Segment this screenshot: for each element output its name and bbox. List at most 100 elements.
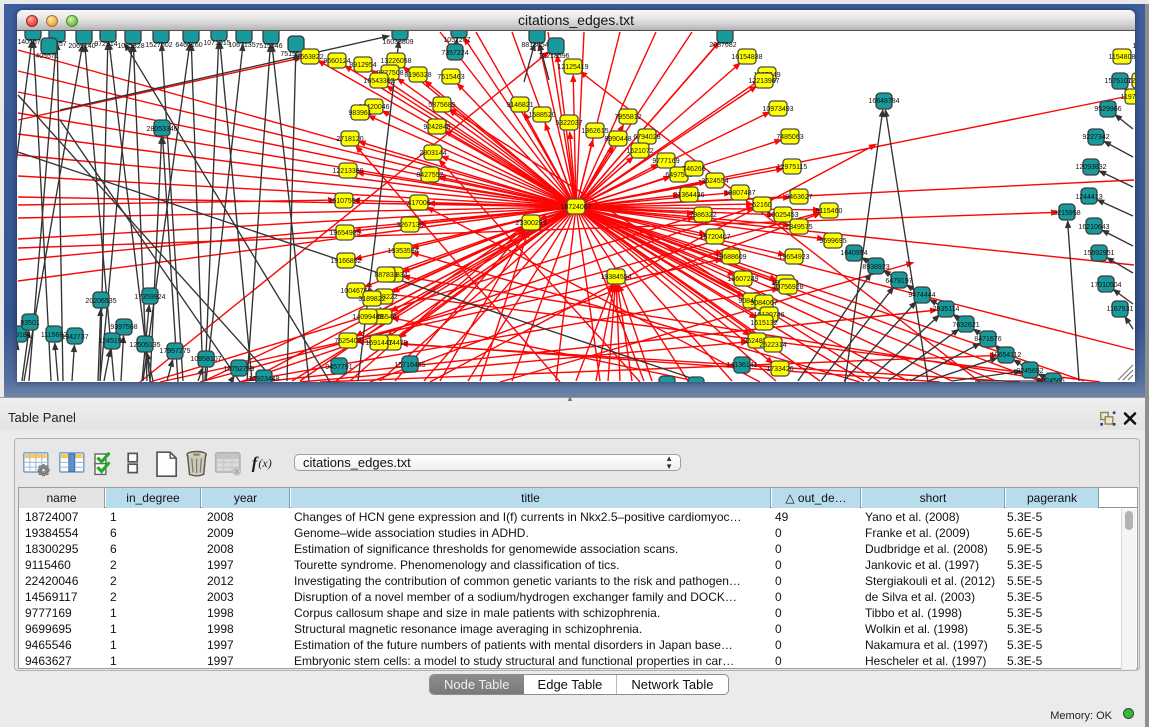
- svg-text:7986322: 7986322: [689, 212, 716, 219]
- svg-text:10756928: 10756928: [772, 284, 803, 291]
- svg-text:20206535: 20206535: [85, 298, 116, 305]
- svg-text:19384554: 19384554: [600, 274, 631, 281]
- svg-text:405571: 405571: [35, 53, 58, 60]
- svg-text:983961: 983961: [348, 110, 371, 117]
- svg-text:12975115: 12975115: [777, 164, 808, 171]
- svg-text:15716485: 15716485: [394, 362, 425, 369]
- svg-text:10973493: 10973493: [762, 106, 793, 113]
- svg-text:151617: 151617: [1132, 43, 1135, 50]
- svg-text:1733426: 1733426: [766, 366, 793, 373]
- svg-text:16107554: 16107554: [328, 198, 359, 205]
- svg-text:1197340: 1197340: [1121, 94, 1135, 101]
- svg-text:14136141: 14136141: [726, 362, 757, 369]
- svg-text:15720407: 15720407: [699, 234, 730, 241]
- svg-text:1067135: 1067135: [228, 42, 255, 49]
- svg-text:1691447: 1691447: [365, 340, 392, 347]
- svg-text:16752759: 16752759: [223, 366, 254, 373]
- svg-text:18724007: 18724007: [560, 204, 591, 211]
- svg-text:1154808: 1154808: [1109, 54, 1135, 61]
- svg-text:10688609: 10688609: [715, 254, 746, 261]
- svg-text:12505135: 12505135: [129, 342, 160, 349]
- svg-text:16154838: 16154838: [731, 54, 762, 61]
- svg-text:10958107: 10958107: [190, 356, 221, 363]
- svg-text:28053346: 28053346: [146, 126, 177, 133]
- svg-text:12213369: 12213369: [332, 168, 363, 175]
- svg-text:3624554: 3624554: [701, 178, 728, 185]
- svg-text:1071915: 1071915: [203, 40, 230, 47]
- svg-text:9245652: 9245652: [1016, 368, 1043, 375]
- svg-text:9660124: 9660124: [323, 58, 350, 65]
- svg-text:972514: 972514: [94, 41, 117, 48]
- svg-text:9529966: 9529966: [1094, 106, 1121, 113]
- svg-text:16648784: 16648784: [868, 98, 899, 105]
- svg-text:1527602: 1527602: [145, 42, 172, 49]
- svg-text:2849575: 2849575: [785, 224, 812, 231]
- svg-text:1244413: 1244413: [1075, 194, 1102, 201]
- svg-text:6466160: 6466160: [175, 42, 202, 49]
- svg-text:1942737: 1942737: [61, 334, 88, 341]
- svg-text:6479197: 6479197: [885, 278, 912, 285]
- svg-text:12213967: 12213967: [748, 78, 779, 85]
- svg-text:746266: 746266: [682, 166, 705, 173]
- svg-text:1640954: 1640954: [840, 250, 867, 257]
- svg-text:1245191: 1245191: [98, 338, 125, 345]
- svg-text:1221396: 1221396: [1127, 78, 1135, 85]
- svg-text:17359924: 17359924: [134, 294, 165, 301]
- svg-text:2935114: 2935114: [933, 306, 960, 313]
- svg-text:9457791: 9457791: [325, 364, 352, 371]
- svg-text:1362615: 1362615: [581, 128, 608, 135]
- svg-text:10025453: 10025453: [767, 212, 798, 219]
- svg-text:62160: 62160: [752, 202, 772, 209]
- svg-text:9474444: 9474444: [908, 292, 935, 299]
- svg-text:13353594: 13353594: [387, 248, 418, 255]
- svg-text:(x): (x): [258, 456, 271, 470]
- svg-text:9242848: 9242848: [423, 124, 450, 131]
- svg-text:8912954: 8912954: [349, 62, 376, 69]
- svg-text:12218596: 12218596: [538, 53, 569, 60]
- svg-text:6794028: 6794028: [633, 134, 660, 141]
- svg-text:14099489: 14099489: [352, 314, 383, 321]
- svg-text:7357224: 7357224: [441, 50, 468, 57]
- svg-text:17957275: 17957275: [159, 348, 190, 355]
- svg-text:18607249: 18607249: [727, 276, 758, 283]
- svg-text:16210643: 16210643: [1078, 224, 1109, 231]
- svg-text:1057207: 1057207: [443, 37, 470, 44]
- svg-text:5322037: 5322037: [555, 120, 582, 127]
- svg-text:13226058: 13226058: [380, 58, 411, 65]
- svg-text:10654112: 10654112: [991, 352, 1022, 359]
- svg-text:83501: 83501: [20, 320, 40, 327]
- svg-text:9115460: 9115460: [816, 208, 843, 215]
- svg-text:9084067: 9084067: [750, 300, 777, 307]
- svg-text:19654985: 19654985: [329, 230, 360, 237]
- svg-text:12923448: 12923448: [248, 376, 279, 382]
- svg-text:3267130: 3267130: [396, 222, 423, 229]
- svg-text:21364436: 21364436: [673, 192, 704, 199]
- svg-text:8196328: 8196328: [404, 72, 431, 79]
- svg-text:7955812: 7955812: [614, 114, 641, 121]
- svg-text:23300293: 23300293: [515, 220, 546, 227]
- svg-text:9699695: 9699695: [819, 238, 846, 245]
- svg-text:19654923: 19654923: [778, 254, 809, 261]
- svg-text:8990448: 8990448: [604, 136, 631, 143]
- svg-text:417006: 417006: [407, 200, 430, 207]
- svg-text:2803144: 2803144: [419, 150, 446, 157]
- svg-text:7663822: 7663822: [296, 54, 323, 61]
- svg-text:8938923: 8938923: [862, 264, 889, 271]
- svg-text:7632621: 7632621: [952, 322, 979, 329]
- svg-text:7625402: 7625402: [334, 338, 361, 345]
- svg-text:8813054: 8813054: [521, 42, 548, 49]
- svg-text:3189822: 3189822: [358, 296, 385, 303]
- svg-text:12093832: 12093832: [1075, 164, 1106, 171]
- svg-text:9463627: 9463627: [785, 194, 812, 201]
- svg-text:12125419: 12125419: [557, 64, 588, 71]
- svg-text:1621072: 1621072: [626, 148, 653, 155]
- svg-text:15692951: 15692951: [1083, 250, 1114, 257]
- svg-text:887833: 887833: [374, 272, 397, 279]
- svg-text:7515546: 7515546: [255, 43, 282, 50]
- svg-text:1085328: 1085328: [117, 43, 144, 50]
- svg-text:5875685: 5875685: [428, 102, 455, 109]
- svg-text:8471676: 8471676: [974, 336, 1001, 343]
- svg-text:924565: 924565: [1041, 378, 1064, 382]
- svg-text:7515463: 7515463: [437, 74, 464, 81]
- svg-text:1615132: 1615132: [750, 320, 777, 327]
